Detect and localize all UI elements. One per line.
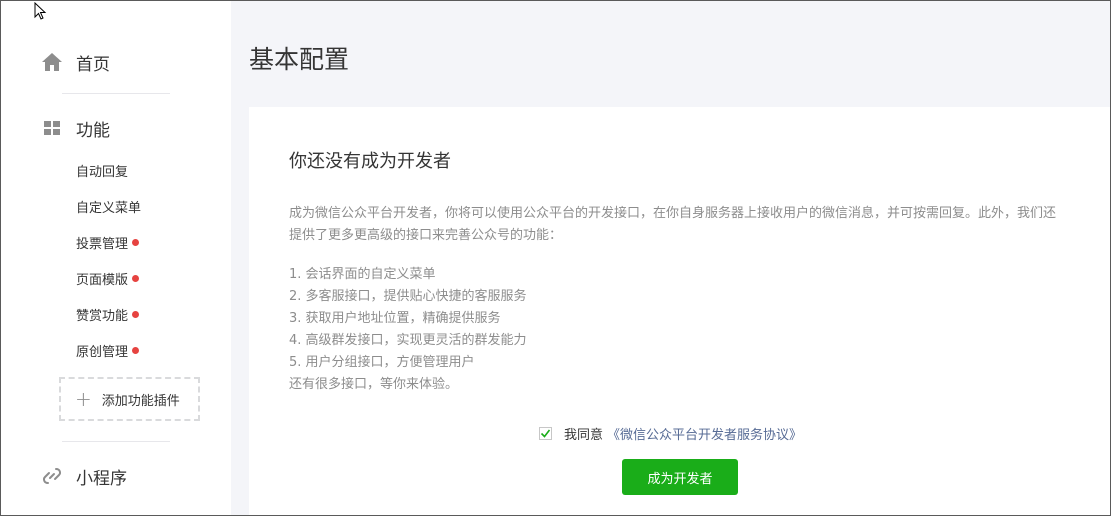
sidebar: 首页 功能 自动回复 自定义菜单 投票管理 页面模版 赞赏功能 原创管理 + 添… (1, 1, 231, 515)
sidebar-item-custom-menu[interactable]: 自定义菜单 (76, 196, 141, 216)
new-badge (132, 238, 140, 246)
sidebar-item-original-management[interactable]: 原创管理 (76, 340, 140, 360)
sidebar-section-features-label: 功能 (76, 120, 110, 141)
plus-icon: + (75, 387, 92, 411)
sidebar-item-reward[interactable]: 赞赏功能 (76, 304, 140, 324)
agree-label: 我同意 (564, 427, 604, 443)
new-badge (132, 274, 140, 282)
sidebar-item-auto-reply[interactable]: 自动回复 (76, 160, 128, 180)
agreement-link[interactable]: 《微信公众平台开发者服务协议》 (607, 424, 802, 443)
sidebar-section-features[interactable]: 功能 (41, 115, 110, 141)
new-badge (132, 310, 140, 318)
list-item: 4. 高级群发接口，实现更灵活的群发能力 (289, 333, 527, 348)
check-icon (540, 429, 551, 438)
sidebar-item-label: 页面模版 (76, 272, 129, 288)
new-badge (132, 346, 140, 354)
link-icon (41, 466, 63, 486)
sidebar-item-page-template[interactable]: 页面模版 (76, 268, 140, 288)
sidebar-divider (62, 93, 170, 94)
list-item: 2. 多客服接口，提供贴心快捷的客服服务 (289, 289, 527, 304)
card-title: 你还没有成为开发者 (289, 151, 451, 172)
sidebar-section-mini-program[interactable]: 小程序 (41, 463, 127, 489)
sidebar-item-label: 自动回复 (76, 164, 129, 180)
sidebar-item-vote-management[interactable]: 投票管理 (76, 232, 140, 252)
card-description: 成为微信公众平台开发者，你将可以使用公众平台的开发接口，在你自身服务器上接收用户… (289, 206, 1057, 243)
more-text: 还有很多接口，等你来体验。 (289, 377, 459, 392)
agreement-row: 我同意 《微信公众平台开发者服务协议》 (539, 423, 802, 443)
list-item: 1. 会话界面的自定义菜单 (289, 267, 436, 282)
home-icon (41, 52, 63, 72)
feature-list: 1. 会话界面的自定义菜单 2. 多客服接口，提供贴心快捷的客服服务 3. 获取… (289, 264, 527, 396)
sidebar-item-home-label: 首页 (76, 54, 110, 75)
sidebar-section-mini-program-label: 小程序 (76, 468, 127, 489)
sidebar-item-label: 投票管理 (76, 236, 129, 252)
become-developer-button[interactable]: 成为开发者 (622, 459, 738, 495)
sidebar-divider (62, 441, 170, 442)
page-title: 基本配置 (249, 45, 350, 74)
add-plugin-label: 添加功能插件 (101, 393, 180, 409)
add-plugin-button[interactable]: + 添加功能插件 (59, 377, 200, 421)
sidebar-item-label: 自定义菜单 (76, 200, 142, 216)
mouse-cursor-icon (34, 2, 47, 20)
developer-card: 你还没有成为开发者 成为微信公众平台开发者，你将可以使用公众平台的开发接口，在你… (249, 107, 1110, 516)
list-item: 3. 获取用户地址位置，精确提供服务 (289, 311, 501, 326)
sidebar-item-home[interactable]: 首页 (41, 49, 110, 75)
list-item: 5. 用户分组接口，方便管理用户 (289, 355, 475, 370)
sidebar-item-label: 赞赏功能 (76, 308, 129, 324)
agree-checkbox[interactable] (539, 426, 552, 440)
grid-icon (41, 118, 63, 138)
sidebar-item-label: 原创管理 (76, 344, 129, 360)
